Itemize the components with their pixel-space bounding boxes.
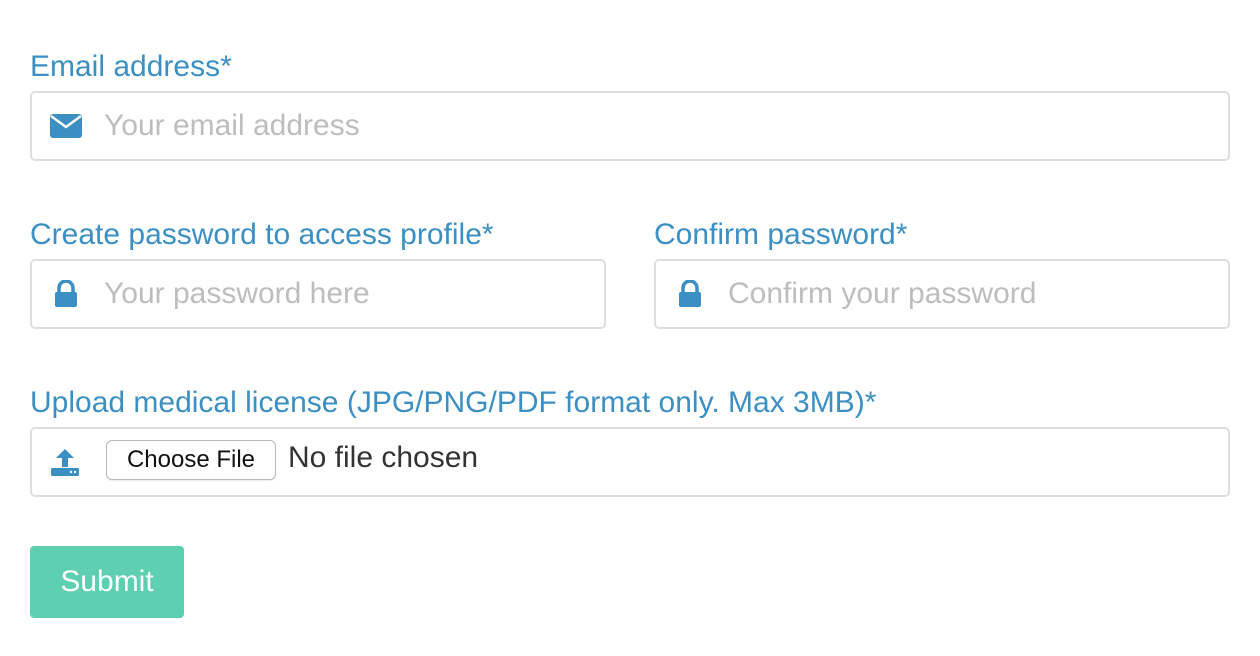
envelope-icon <box>50 114 82 138</box>
lock-icon <box>54 280 78 308</box>
password-input[interactable] <box>104 261 592 327</box>
password-field[interactable] <box>30 259 606 329</box>
confirm-password-label: Confirm password* <box>654 218 908 251</box>
confirm-password-field[interactable] <box>654 259 1230 329</box>
upload-icon <box>50 447 80 477</box>
license-upload-label: Upload medical license (JPG/PNG/PDF form… <box>30 386 877 419</box>
email-input[interactable] <box>104 93 1216 159</box>
lock-icon <box>678 280 702 308</box>
choose-file-button[interactable]: Choose File <box>106 440 276 480</box>
license-upload-field: Choose File No file chosen <box>30 427 1230 497</box>
password-label: Create password to access profile* <box>30 218 494 251</box>
file-status-text: No file chosen <box>288 441 479 474</box>
email-label: Email address* <box>30 50 232 83</box>
confirm-password-input[interactable] <box>728 261 1216 327</box>
email-field[interactable] <box>30 91 1230 161</box>
submit-button[interactable]: Submit <box>30 546 184 618</box>
